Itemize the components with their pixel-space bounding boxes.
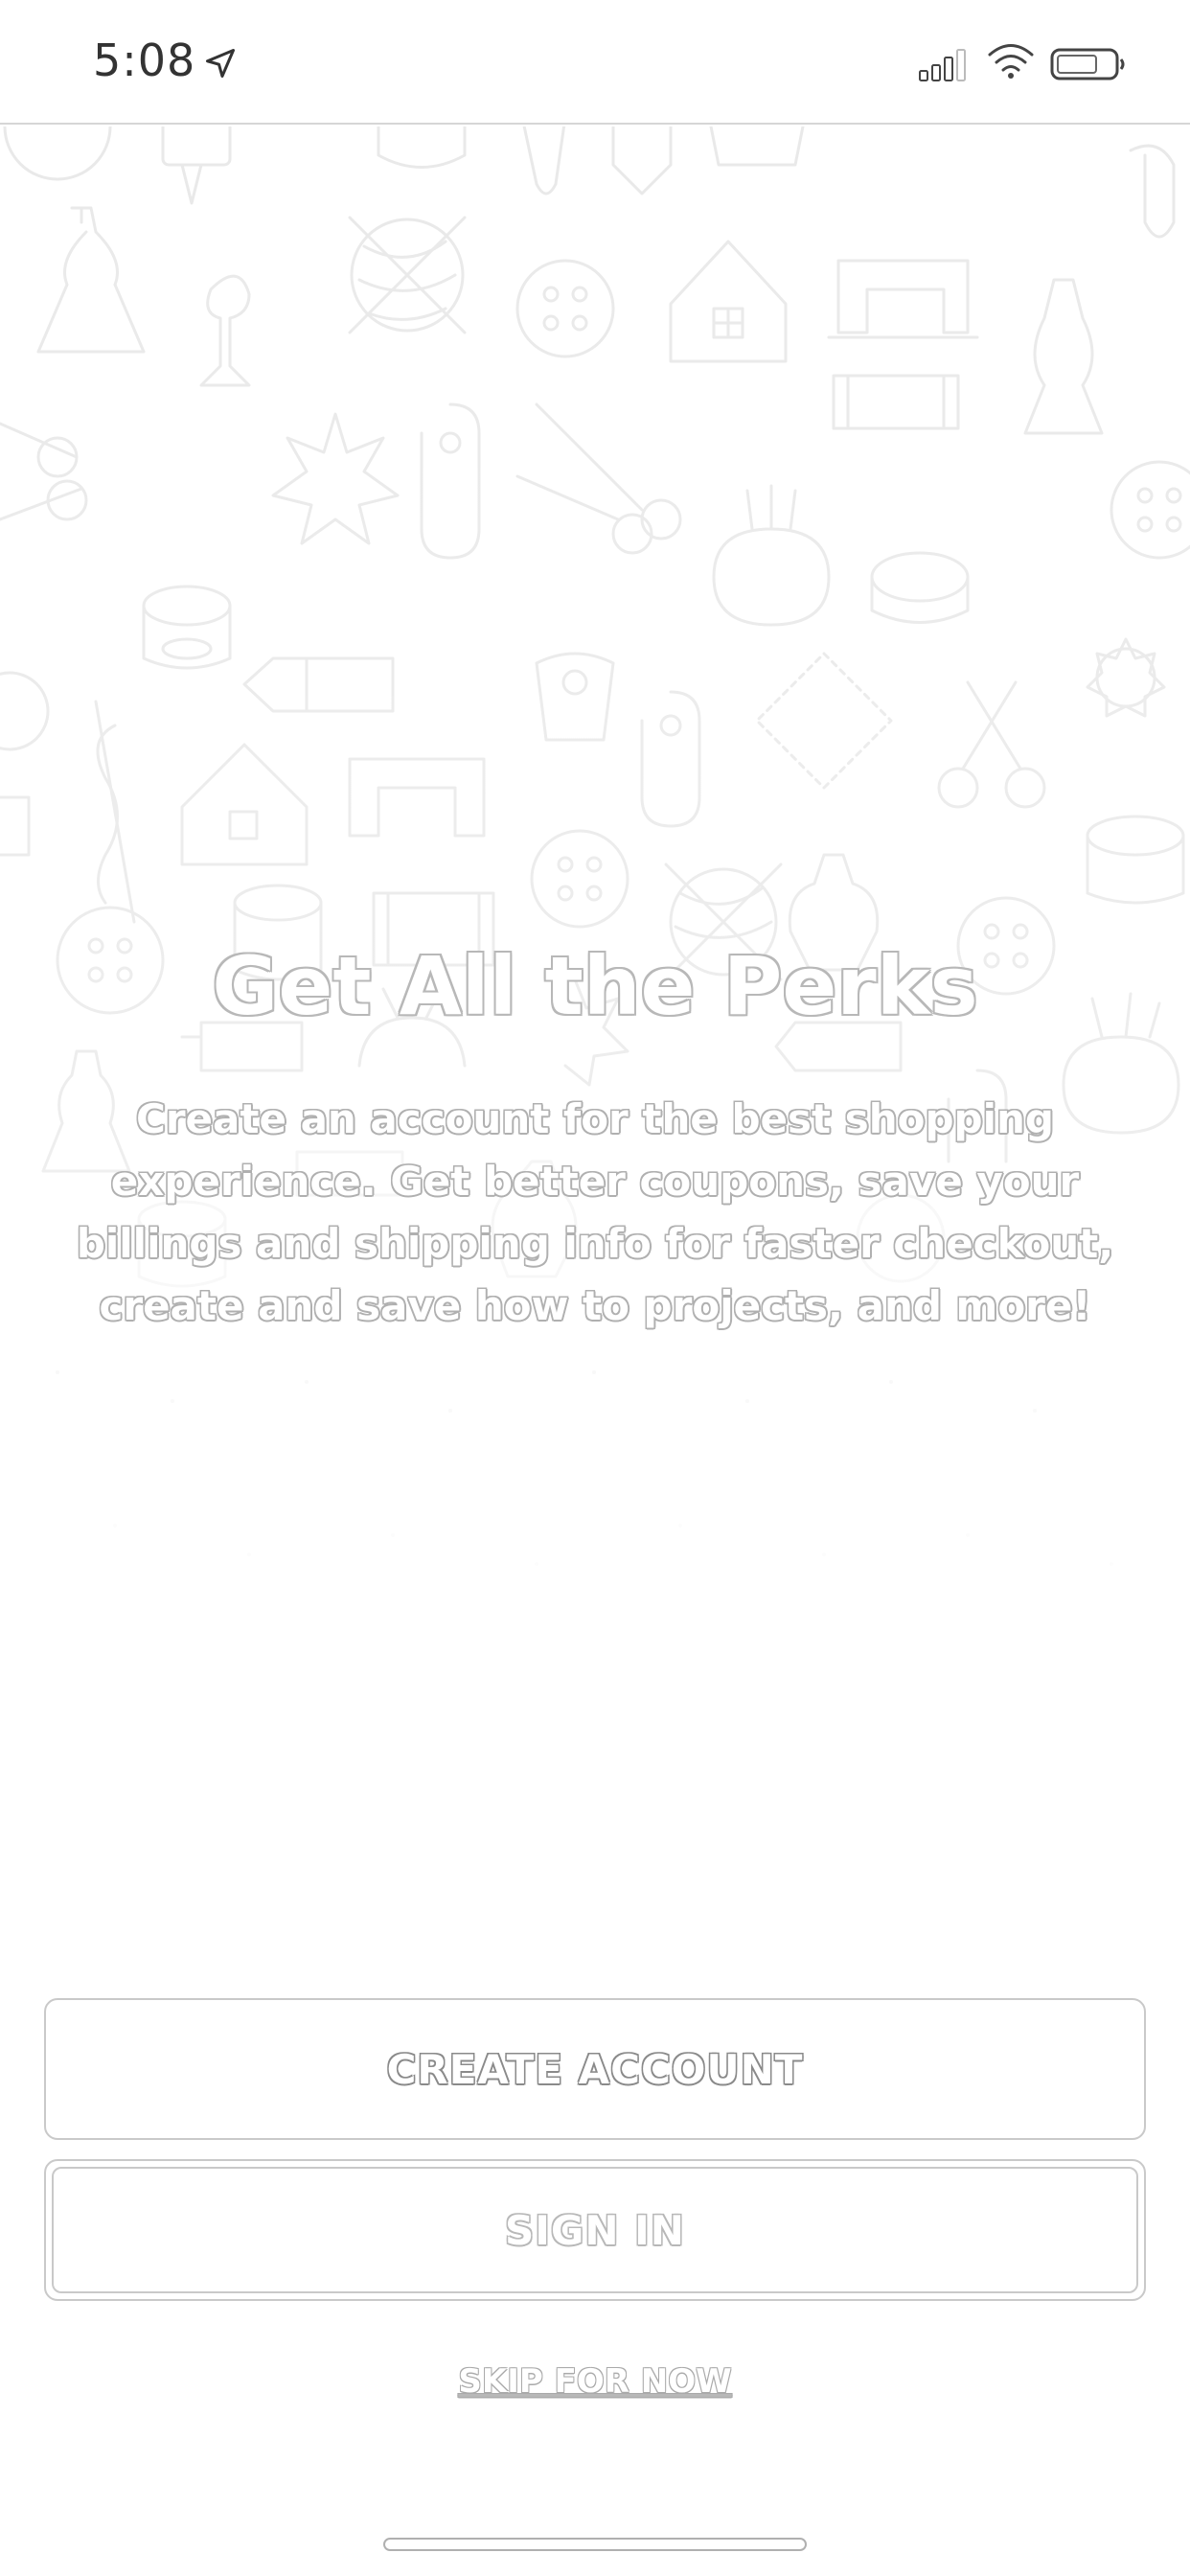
battery-icon [1050, 48, 1125, 80]
cellular-signal-icon [919, 49, 966, 81]
location-arrow-icon [206, 49, 235, 78]
create-account-label: CREATE ACCOUNT [386, 2045, 804, 2093]
status-time: 5:08 [93, 34, 196, 86]
onboarding-description: Create an account for the best shopping … [76, 1095, 1114, 1329]
sewing-pattern-background [0, 126, 1190, 1947]
skip-for-now-link[interactable]: SKIP FOR NOW [0, 2362, 1190, 2401]
status-bar: 5:08 [0, 0, 1190, 125]
create-account-button[interactable]: CREATE ACCOUNT [44, 1998, 1146, 2140]
wifi-icon [988, 44, 1034, 79]
sign-in-label: SIGN IN [505, 2206, 685, 2254]
home-indicator[interactable] [383, 2538, 807, 2551]
page-title: Get All the Perks [212, 939, 978, 1033]
sign-in-button[interactable]: SIGN IN [44, 2159, 1146, 2301]
